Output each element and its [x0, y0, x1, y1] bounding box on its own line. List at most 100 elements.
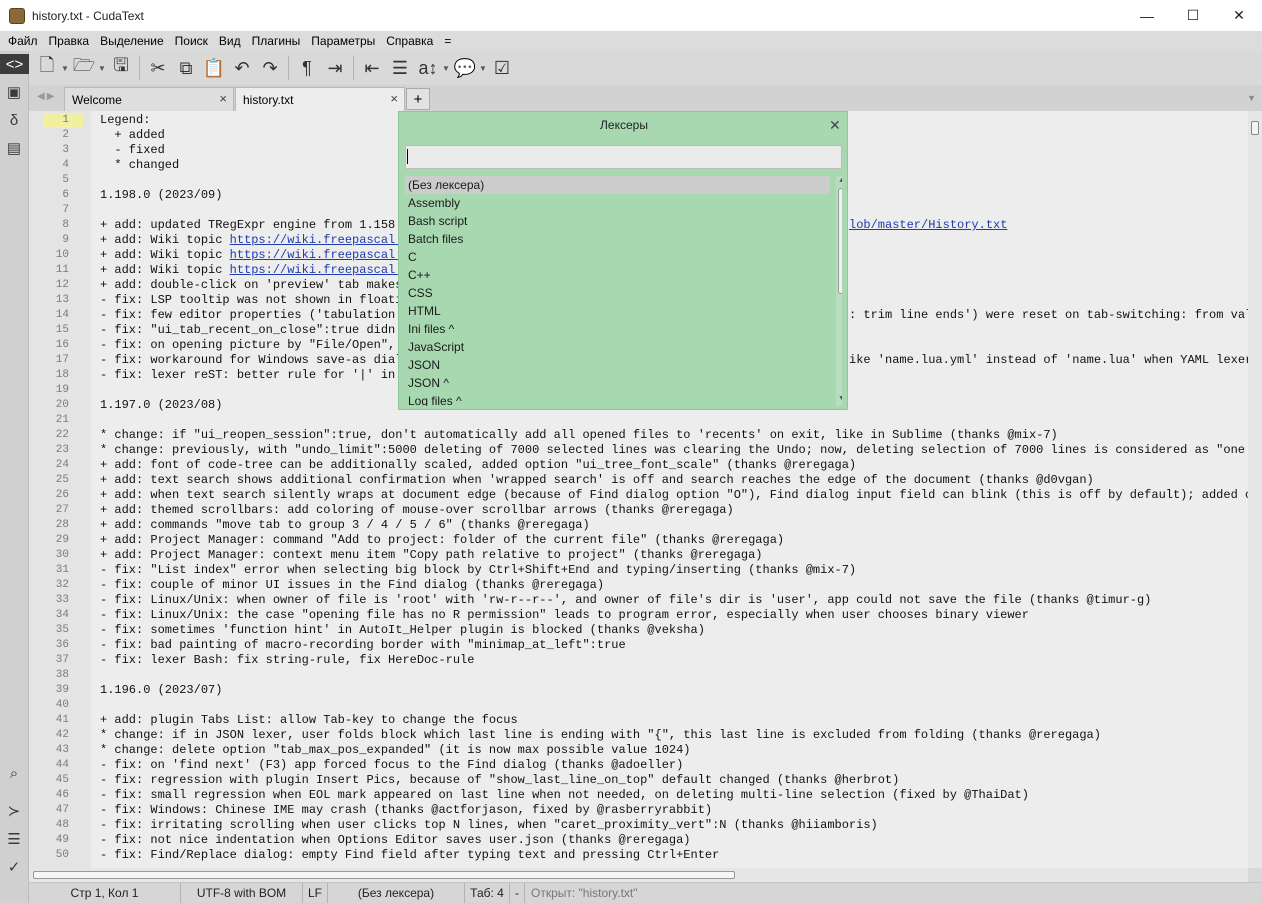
menu-item[interactable]: Параметры	[307, 34, 382, 48]
checkbox-icon[interactable]: ☑	[488, 54, 516, 82]
minimize-button[interactable]: —	[1124, 0, 1170, 31]
menu-item[interactable]: Файл	[4, 34, 45, 48]
validate-icon[interactable]: ✓	[4, 857, 24, 877]
vertical-scrollbar[interactable]	[1248, 111, 1262, 868]
open-file-icon[interactable]: 🗁	[70, 54, 98, 82]
status-dash: -	[510, 882, 525, 903]
redo-icon[interactable]: ↷	[256, 54, 284, 82]
tab-welcome[interactable]: Welcome ×	[64, 87, 234, 111]
line-number: 38	[55, 669, 69, 681]
menu-item[interactable]: =	[440, 34, 458, 48]
menu-item[interactable]: Правка	[45, 34, 97, 48]
lexer-list-item[interactable]: C++	[405, 266, 830, 284]
comment-icon[interactable]: 💬	[451, 54, 479, 82]
lexer-list[interactable]: Log files ^ JSON ^ JSON JavaScript Ini files…	[405, 176, 842, 406]
case-icon[interactable]: a↕	[414, 54, 442, 82]
lexer-filter-input[interactable]	[405, 145, 842, 169]
scroll-up-icon[interactable]: ▲	[838, 177, 842, 184]
indent-icon[interactable]: ⇤	[358, 54, 386, 82]
menu-item[interactable]: Плагины	[248, 34, 308, 48]
window-title: history.txt - CudaText	[32, 8, 144, 23]
vertical-scroll-thumb[interactable]	[1251, 121, 1259, 135]
line-number: 27	[55, 504, 69, 516]
tab-menu-icon[interactable]: ▼	[1247, 93, 1256, 103]
search-icon[interactable]: ⌕	[4, 763, 24, 783]
lexer-list-item[interactable]: C	[405, 248, 830, 266]
console-icon[interactable]: ≻	[4, 801, 24, 821]
maximize-button[interactable]: ☐	[1170, 0, 1216, 31]
scroll-down-icon[interactable]: ▼	[838, 395, 842, 402]
horizontal-scrollbar[interactable]	[29, 868, 1248, 882]
new-file-dropdown-icon[interactable]: ▼	[61, 64, 70, 73]
line-number: 19	[55, 384, 69, 396]
code-line: - fix: lexer reST: better rule for '|' i…	[100, 368, 410, 383]
horizontal-scroll-thumb[interactable]	[33, 871, 735, 879]
save-icon[interactable]: 🖫	[107, 54, 135, 82]
lexer-list-item[interactable]: (Без лексера)	[405, 176, 830, 194]
lexer-list-scrollbar[interactable]: ▲ ▼	[836, 176, 842, 406]
tab-scroll-arrows-icon[interactable]: ◀▶	[37, 91, 56, 102]
lexer-list-item[interactable]: JavaScript	[405, 338, 830, 356]
lexer-list-item[interactable]: Assembly	[405, 194, 830, 212]
line-number: 30	[55, 549, 69, 561]
status-eol[interactable]: LF	[303, 882, 328, 903]
code-line-text: * change: if "ui_reopen_session":true, d…	[100, 428, 1058, 442]
lexer-list-item[interactable]: Batch files	[405, 230, 830, 248]
lexer-list-item[interactable]: HTML	[405, 302, 830, 320]
code-line-text: - fix: not nice indentation when Options…	[100, 833, 691, 847]
code-link[interactable]: lob/master/History.txt	[849, 218, 1007, 233]
snippets-icon[interactable]: δ	[4, 110, 24, 130]
status-encoding[interactable]: UTF-8 with BOM	[181, 882, 303, 903]
status-tab-size[interactable]: Таб: 4	[465, 882, 510, 903]
tab-history[interactable]: history.txt ×	[235, 87, 405, 112]
unindent-icon[interactable]: ☰	[386, 54, 414, 82]
add-tab-button[interactable]: +	[406, 88, 430, 110]
status-position[interactable]: Стр 1, Кол 1	[29, 882, 181, 903]
lexer-list-scroll-thumb[interactable]	[838, 188, 842, 294]
menu-item[interactable]: Выделение	[96, 34, 171, 48]
open-file-dropdown-icon[interactable]: ▼	[98, 64, 107, 73]
comment-dropdown-icon[interactable]: ▼	[479, 64, 488, 73]
lexer-list-item[interactable]: Log files ^	[405, 392, 830, 406]
lexer-list-item[interactable]: CSS	[405, 284, 830, 302]
line-number: 21	[55, 414, 69, 426]
close-button[interactable]: ✕	[1216, 0, 1262, 31]
undo-icon[interactable]: ↶	[228, 54, 256, 82]
output-icon[interactable]: ☰	[4, 829, 24, 849]
lexer-list-item[interactable]: JSON	[405, 356, 830, 374]
new-file-icon[interactable]: 🗋	[33, 54, 61, 82]
line-number: 48	[55, 819, 69, 831]
cut-icon[interactable]: ✂	[144, 54, 172, 82]
code-tree-icon[interactable]: <>	[0, 54, 29, 74]
menu-item[interactable]: Поиск	[171, 34, 215, 48]
lexer-list-item[interactable]: JSON ^	[405, 374, 830, 392]
code-line: + add: Wiki topic https://wiki.freepasca…	[100, 263, 410, 278]
code-line: - fix: "List index" error when selecting…	[100, 563, 856, 578]
menu-item[interactable]: Вид	[215, 34, 248, 48]
unprinted-icon[interactable]: ¶	[293, 54, 321, 82]
wrap-icon[interactable]: ⇥	[321, 54, 349, 82]
lexer-list-item[interactable]: Bash script	[405, 212, 830, 230]
code-line-text: + add: commands "move tab to group 3 / 4…	[100, 518, 590, 532]
case-dropdown-icon[interactable]: ▼	[442, 64, 451, 73]
lexer-list-item[interactable]: Ini files ^	[405, 320, 830, 338]
status-lexer[interactable]: (Без лексера)	[328, 882, 465, 903]
code-link[interactable]: https://wiki.freepascal.o	[230, 233, 410, 247]
dialog-title: Лексеры	[600, 118, 648, 132]
code-line-text: - fix: small regression when EOL mark ap…	[100, 788, 1029, 802]
lexer-dialog: Лексеры ✕ Log files ^ JSON ^ JSON JavaScrip…	[398, 111, 848, 410]
paste-icon[interactable]: 📋	[200, 54, 228, 82]
code-line: + added	[100, 128, 164, 143]
code-line-text: + add: text search shows additional conf…	[100, 473, 1094, 487]
dialog-close-icon[interactable]: ✕	[829, 117, 841, 134]
tab-close-icon[interactable]: ×	[390, 91, 398, 106]
copy-icon[interactable]: ⧉	[172, 54, 200, 82]
project-icon[interactable]: ▣	[4, 82, 24, 102]
tabs-icon[interactable]: ▤	[4, 138, 24, 158]
code-link[interactable]: https://wiki.freepascal.o	[230, 248, 410, 262]
tab-close-icon[interactable]: ×	[219, 91, 227, 106]
code-line: - fix: sometimes 'function hint' in Auto…	[100, 623, 705, 638]
code-link[interactable]: https://wiki.freepascal.o	[230, 263, 410, 277]
menu-item[interactable]: Справка	[382, 34, 440, 48]
line-number: 17	[55, 354, 69, 366]
